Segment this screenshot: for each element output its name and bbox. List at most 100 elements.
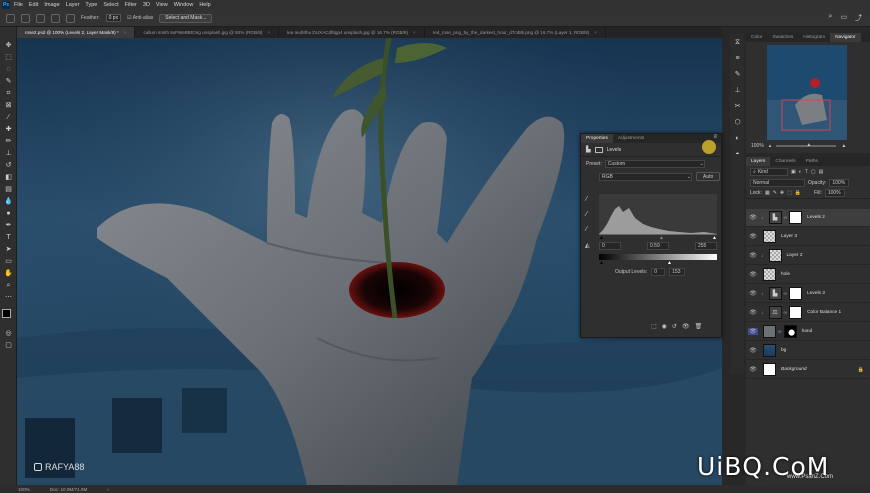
zoom-level[interactable]: 100% [18,487,30,492]
opacity-field[interactable]: 100% [829,178,850,187]
blur-tool-icon[interactable]: 💧 [3,197,14,206]
history-icon[interactable]: ⧖ [732,38,743,47]
healing-brush-tool-icon[interactable]: ✚ [3,125,14,134]
filter-kind-dropdown[interactable]: ⌕ Kind [750,167,788,176]
layer-row[interactable]: 👁 ↓ ▙ ∞ Levels 3 [746,285,870,303]
quick-mask-icon[interactable]: ◎ [3,329,14,338]
zoom-tool-icon[interactable]: ⌕ [3,281,14,290]
black-point-eyedropper-icon[interactable]: ⁄ [586,196,587,203]
eye-icon[interactable]: 👁 [748,271,758,278]
output-black-handle[interactable]: ▲ [599,260,604,266]
tab-rose2[interactable]: rose2.psd @ 100% (Levels 2, Layer Mask/8… [17,27,136,38]
tab-channels[interactable]: Channels [770,157,800,166]
layer-row[interactable]: 👁 ↓ Layer 2 [746,247,870,265]
auto-button[interactable]: Auto [696,172,721,181]
menu-select[interactable]: Select [103,2,118,8]
lasso-tool-icon[interactable]: ◌ [3,65,14,74]
gradient-tool-icon[interactable]: ▤ [3,185,14,194]
filter-pixel-icon[interactable]: ▣ [791,169,796,175]
input-black-field[interactable]: 0 [599,242,621,250]
frame-tool-icon[interactable]: ⊠ [3,101,14,110]
input-levels-slider[interactable]: ▲ ▲ ▲ [599,234,717,241]
eye-icon[interactable]: 👁 [748,214,758,221]
layer-mask-thumbnail[interactable] [789,287,803,300]
blend-mode-dropdown[interactable]: Normal [750,178,805,187]
eraser-tool-icon[interactable]: ◧ [3,173,14,182]
view-previous-icon[interactable]: ◉ [662,323,667,330]
foreground-color-swatch[interactable] [2,309,11,318]
type-tool-icon[interactable]: T [3,233,14,242]
filter-smart-icon[interactable]: ▤ [819,169,824,175]
close-icon[interactable]: × [413,30,416,35]
input-white-handle[interactable]: ▲ [712,235,717,241]
subtract-selection-icon[interactable] [51,13,60,23]
menu-view[interactable]: View [156,2,168,8]
history-brush-tool-icon[interactable]: ↺ [3,161,14,170]
eye-icon[interactable]: 👁 [748,366,758,373]
gray-point-eyedropper-icon[interactable]: ⁄ [586,211,587,218]
eye-icon[interactable]: 👁 [748,328,758,335]
eye-icon[interactable]: 👁 [748,233,758,240]
filter-adjust-icon[interactable]: ◐ [799,169,802,175]
feather-input[interactable]: 0 px [105,14,122,22]
layer-row[interactable]: 👁 bg [746,342,870,360]
menu-window[interactable]: Window [174,2,194,8]
zoom-in-icon[interactable]: ▲ [841,143,846,149]
eye-icon[interactable]: 👁 [748,309,758,316]
clone-source-icon[interactable]: ⊥ [732,86,743,95]
tab-color[interactable]: Color [746,33,767,42]
layer-row[interactable]: 👁 ∞ hand [746,323,870,341]
eye-icon[interactable]: 👁 [748,252,758,259]
hand-tool-icon[interactable]: ✋ [3,269,14,278]
select-and-mask-button[interactable]: Select and Mask... [159,13,213,23]
output-levels-slider[interactable]: ▲ ▲ [599,260,717,266]
intersect-selection-icon[interactable] [66,13,75,23]
lasso-tool-preset-icon[interactable] [6,13,15,23]
antialias-checkbox[interactable]: ☑ Anti-alias [127,15,153,21]
tab-histogram[interactable]: Histogram [798,33,830,42]
more-tools-icon[interactable]: ⋯ [3,293,14,302]
pen-tool-icon[interactable]: ✒ [3,221,14,230]
search-icon[interactable]: ⌕ [828,13,832,23]
lock-all-icon[interactable]: 🔒 [795,190,801,196]
marquee-tool-icon[interactable]: ⬚ [3,53,14,62]
layer-row[interactable]: 👁 ↓ ▙ ∞ Levels 2 [746,209,870,227]
close-icon[interactable]: × [267,30,270,35]
brush-settings-icon[interactable]: ✎ [732,70,743,79]
menu-file[interactable]: File [14,2,23,8]
tab-lea[interactable]: lea Ieuf8Ihu DUXACdf6gp4 unsplash.jpg @ … [279,27,425,38]
input-white-field[interactable]: 255 [695,242,717,250]
layer-row[interactable]: 👁 hole [746,266,870,284]
menu-layer[interactable]: Layer [66,2,80,8]
close-icon[interactable]: × [124,30,127,35]
tab-swatches[interactable]: Swatches [767,33,798,42]
lock-pixels-icon[interactable]: ▦ [765,190,770,196]
output-black-field[interactable]: 0 [651,268,666,276]
tab-red-rose[interactable]: red_rose_png_by_the_darkest_hour_d7cd8ti… [425,27,606,38]
preset-dropdown[interactable]: Custom ⌄ [604,159,705,168]
tab-paths[interactable]: Paths [801,157,823,166]
layer-row[interactable]: 👁 Background 🔒 [746,361,870,379]
lock-paint-icon[interactable]: ✎ [773,190,777,196]
zoom-slider-handle[interactable]: ▲ [806,142,811,148]
tab-navigator[interactable]: Navigator [830,33,861,42]
menu-3d[interactable]: 3D [143,2,150,8]
filter-type-icon[interactable]: T [805,169,808,175]
path-select-tool-icon[interactable]: ➤ [3,245,14,254]
tab-callum-smith[interactable]: callum smith 8xFWeBBtOng unsplash.jpg @ … [135,27,280,38]
tools-settings-icon[interactable]: ✂ [732,102,743,111]
styles-icon[interactable]: ◓ [732,150,743,159]
move-tool-icon[interactable]: ✥ [3,41,14,50]
close-icon[interactable]: × [594,30,597,35]
lock-artboard-icon[interactable]: ⬚ [787,190,792,196]
panel-menu-icon[interactable]: ≡ [713,134,721,143]
input-black-handle[interactable]: ▲ [599,235,604,241]
trash-icon[interactable]: 🗑 [695,323,703,330]
clipping-warning-icon[interactable]: ◭ [585,242,590,249]
tab-properties[interactable]: Properties [581,134,613,143]
layer-row[interactable]: 👁 Layer 3 [746,228,870,246]
lock-position-icon[interactable]: ✥ [780,190,784,196]
layer-mask-thumbnail[interactable] [789,306,803,319]
visibility-icon[interactable]: 👁 [682,323,690,330]
add-selection-icon[interactable] [36,13,45,23]
